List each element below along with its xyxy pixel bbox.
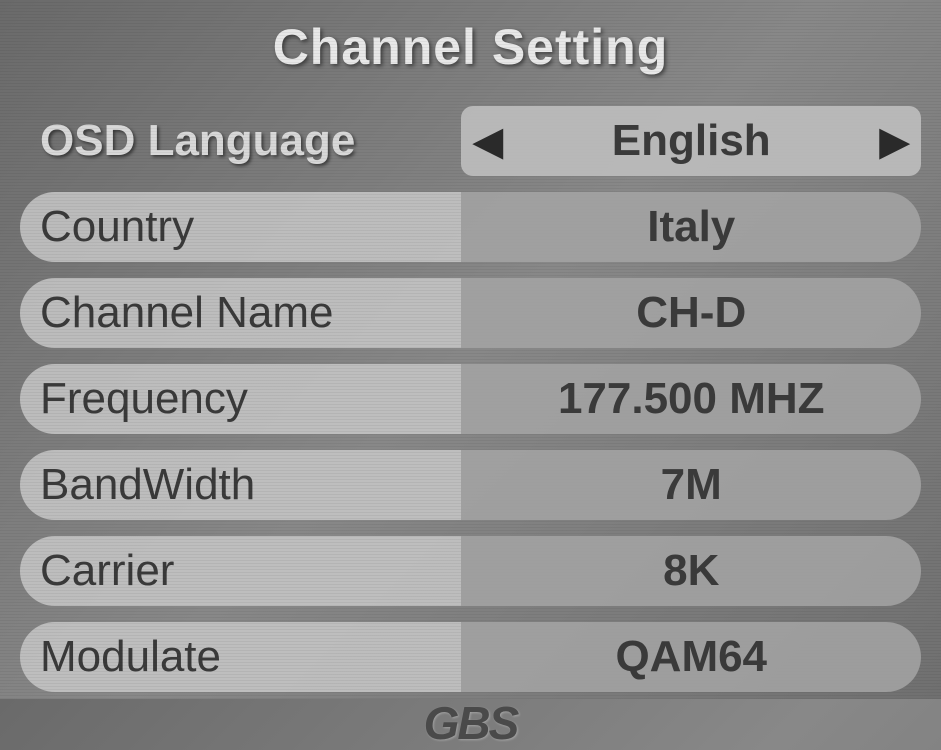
label-carrier: Carrier xyxy=(20,536,461,606)
row-frequency[interactable]: Frequency 177.500 MHZ xyxy=(20,364,921,434)
value-text-osd-language: English xyxy=(612,116,771,166)
row-carrier[interactable]: Carrier 8K xyxy=(20,536,921,606)
arrow-right-icon[interactable]: ▶ xyxy=(880,106,909,176)
value-osd-language[interactable]: ◀ English ▶ xyxy=(461,106,921,176)
row-bandwidth[interactable]: BandWidth 7M xyxy=(20,450,921,520)
page-title: Channel Setting xyxy=(0,0,941,106)
row-channel-name[interactable]: Channel Name CH-D xyxy=(20,278,921,348)
value-bandwidth[interactable]: 7M xyxy=(461,450,921,520)
label-country: Country xyxy=(20,192,461,262)
value-text-modulate: QAM64 xyxy=(615,632,767,682)
row-country[interactable]: Country Italy xyxy=(20,192,921,262)
label-channel-name: Channel Name xyxy=(20,278,461,348)
value-text-country: Italy xyxy=(647,202,735,252)
row-modulate[interactable]: Modulate QAM64 xyxy=(20,622,921,692)
label-frequency: Frequency xyxy=(20,364,461,434)
value-modulate[interactable]: QAM64 xyxy=(461,622,921,692)
label-osd-language: OSD Language xyxy=(20,106,461,176)
value-frequency[interactable]: 177.500 MHZ xyxy=(461,364,921,434)
value-channel-name[interactable]: CH-D xyxy=(461,278,921,348)
arrow-left-icon[interactable]: ◀ xyxy=(473,106,502,176)
value-carrier[interactable]: 8K xyxy=(461,536,921,606)
row-osd-language[interactable]: OSD Language ◀ English ▶ xyxy=(20,106,921,176)
value-text-bandwidth: 7M xyxy=(661,460,722,510)
label-bandwidth: BandWidth xyxy=(20,450,461,520)
value-country[interactable]: Italy xyxy=(461,192,921,262)
value-text-frequency: 177.500 MHZ xyxy=(558,374,825,424)
label-modulate: Modulate xyxy=(20,622,461,692)
brand-logo: GBS xyxy=(0,696,941,750)
value-text-channel-name: CH-D xyxy=(636,288,746,338)
value-text-carrier: 8K xyxy=(663,546,719,596)
settings-list: OSD Language ◀ English ▶ Country Italy C… xyxy=(0,106,941,692)
